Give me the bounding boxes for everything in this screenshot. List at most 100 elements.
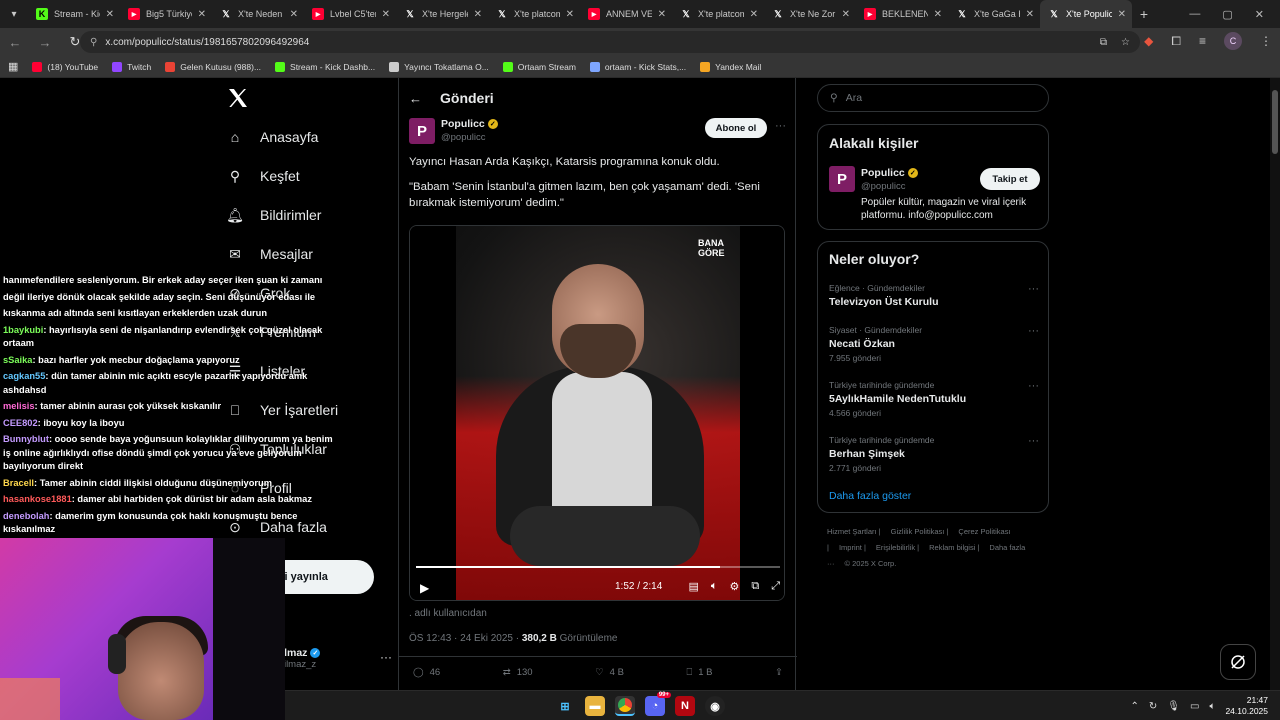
tab-close-icon[interactable]: ✕ bbox=[382, 9, 390, 20]
chat-username[interactable]: CEE802 bbox=[3, 418, 38, 428]
trend-item[interactable]: Türkiye tarihinde gündemde 5AylıkHamile N… bbox=[829, 380, 1039, 418]
repost-button[interactable]: ⇄ 130 bbox=[503, 664, 533, 680]
microphone-icon[interactable]: 🎙︎ bbox=[1167, 701, 1180, 712]
nav-item-bildirimler[interactable]: 🔔︎ Bildirimler bbox=[224, 204, 321, 226]
file-explorer-icon[interactable]: ▬ bbox=[585, 696, 605, 716]
nav-item-mesajlar[interactable]: ✉ Mesajlar bbox=[224, 243, 313, 265]
sync-icon[interactable]: ↻ bbox=[1149, 701, 1157, 712]
nav-item-anasayfa[interactable]: ⌂ Anasayfa bbox=[224, 126, 319, 148]
trend-item[interactable]: Türkiye tarihinde gündemde Berhan Şimşek 2… bbox=[829, 435, 1039, 473]
settings-gear-icon[interactable]: ⚙ bbox=[729, 580, 739, 593]
trend-item[interactable]: Eğlence · Gündemdekiler Televizyon Üst Ku… bbox=[829, 283, 1039, 308]
browser-tab[interactable]: ▶ Big5 Türkiye ✕ bbox=[120, 0, 212, 28]
share-button[interactable]: ⇪ bbox=[775, 664, 783, 680]
more-icon[interactable]: ··· bbox=[775, 120, 786, 132]
subscribe-button[interactable]: Abone ol bbox=[705, 118, 767, 138]
chat-username[interactable]: hasankose1881 bbox=[3, 494, 72, 504]
bookmark-item[interactable]: Gelen Kutusu (988)... bbox=[165, 61, 261, 72]
tab-close-icon[interactable]: ✕ bbox=[198, 9, 206, 20]
footer-link[interactable]: Gizlilik Politikası | bbox=[891, 527, 949, 536]
post-timestamp[interactable]: ÖS 12:43 · 24 Eki 2025 · bbox=[409, 633, 522, 644]
search-input[interactable]: ⚲ Ara bbox=[817, 84, 1049, 112]
netflix-icon[interactable]: N bbox=[675, 696, 695, 716]
chrome-icon[interactable] bbox=[615, 696, 635, 716]
scrollbar-thumb[interactable] bbox=[1272, 90, 1278, 154]
bookmark-item[interactable]: (18) YouTube bbox=[32, 61, 98, 72]
back-arrow-icon[interactable]: ← bbox=[8, 35, 22, 50]
tab-close-icon[interactable]: ✕ bbox=[750, 9, 758, 20]
author-handle[interactable]: @populicc bbox=[441, 132, 486, 143]
more-icon[interactable]: ··· bbox=[1028, 283, 1039, 295]
tab-close-icon[interactable]: ✕ bbox=[106, 9, 114, 20]
windows-start-icon[interactable]: ⊞ bbox=[555, 696, 575, 716]
close-window-icon[interactable]: ✕ bbox=[1255, 8, 1264, 21]
related-name[interactable]: Populicc bbox=[861, 167, 905, 179]
x-logo-icon[interactable] bbox=[226, 86, 252, 112]
chat-username[interactable]: Bracell bbox=[3, 478, 34, 488]
chat-username[interactable]: melisis bbox=[3, 401, 35, 411]
more-icon[interactable]: ··· bbox=[380, 650, 392, 664]
related-avatar[interactable]: P bbox=[829, 166, 855, 192]
browser-tab[interactable]: 𝕏 X'te Neden ✕ bbox=[212, 0, 304, 28]
bookmark-item[interactable]: Stream - Kick Dashb... bbox=[275, 61, 375, 72]
browser-tab[interactable]: 𝕏 X'te Ne Zor ✕ bbox=[764, 0, 856, 28]
author-name[interactable]: Populicc bbox=[441, 118, 485, 130]
captions-icon[interactable]: ▤ bbox=[688, 580, 698, 593]
browser-tab[interactable]: ▶ Lvbel C5'ten ✕ bbox=[304, 0, 396, 28]
grok-button[interactable] bbox=[1220, 644, 1256, 680]
tray-chevron-icon[interactable]: ⌃ bbox=[1131, 701, 1139, 712]
more-icon[interactable]: ··· bbox=[1028, 435, 1039, 447]
like-button[interactable]: ♡ 4 B bbox=[595, 664, 624, 680]
site-info-icon[interactable]: ⚲ bbox=[90, 37, 97, 48]
volume-icon[interactable]: 🔈︎ bbox=[711, 580, 718, 593]
forward-arrow-icon[interactable]: → bbox=[38, 35, 52, 50]
footer-link[interactable]: Erişilebilirlik | bbox=[876, 543, 919, 552]
bookmark-button[interactable]: ⎕ 1 B bbox=[686, 664, 712, 680]
extensions-puzzle-icon[interactable]: ⧠ bbox=[1171, 34, 1181, 49]
video-player[interactable]: BANA GÖRE ▶ 1:52 / 2:14 ▤ 🔈︎ ⚙ ⧉ ⤢ bbox=[409, 225, 785, 601]
browser-tab[interactable]: K Stream - Kick ✕ bbox=[28, 0, 120, 28]
back-arrow-icon[interactable]: ← bbox=[409, 91, 422, 106]
chat-username[interactable]: denebolah bbox=[3, 511, 50, 521]
bookmark-item[interactable]: ortaam - Kick Stats,... bbox=[589, 61, 686, 72]
chat-username[interactable]: sSaika bbox=[3, 355, 32, 365]
follow-button[interactable]: Takip et bbox=[980, 168, 1040, 190]
tab-close-icon[interactable]: ✕ bbox=[566, 9, 574, 20]
discord-icon[interactable]: ◔ 99+ bbox=[645, 692, 671, 716]
tab-close-icon[interactable]: ✕ bbox=[1026, 9, 1034, 20]
system-clock[interactable]: 21:47 24.10.2025 bbox=[1225, 695, 1268, 717]
browser-tab[interactable]: 𝕏 X'te Hergele ✕ bbox=[396, 0, 488, 28]
browser-tab[interactable]: ▶ BEKLENEN ✕ bbox=[856, 0, 948, 28]
tab-close-icon[interactable]: ✕ bbox=[934, 9, 942, 20]
video-progress-bar[interactable] bbox=[416, 566, 780, 568]
tab-close-icon[interactable]: ✕ bbox=[474, 9, 482, 20]
new-tab-button[interactable]: + bbox=[1132, 6, 1156, 22]
browser-tab[interactable]: 𝕏 X'te platcom ✕ bbox=[672, 0, 764, 28]
bookmark-item[interactable]: Ortaam Stream bbox=[502, 61, 576, 72]
nav-item-keşfet[interactable]: ⚲ Keşfet bbox=[224, 165, 300, 187]
fullscreen-icon[interactable]: ⤢ bbox=[771, 580, 780, 593]
bookmark-star-icon[interactable]: ☆ bbox=[1121, 37, 1130, 48]
media-control-icon[interactable]: ≡ bbox=[1199, 34, 1206, 48]
footer-link[interactable]: Reklam bilgisi | bbox=[929, 543, 979, 552]
author-avatar[interactable]: P bbox=[409, 118, 435, 144]
tab-close-icon[interactable]: ✕ bbox=[1118, 9, 1126, 20]
browser-tab[interactable]: 𝕏 X'te GaGa H ✕ bbox=[948, 0, 1040, 28]
video-source[interactable]: . adlı kullanıcıdan bbox=[409, 608, 487, 619]
profile-avatar[interactable]: C bbox=[1224, 32, 1242, 50]
related-handle[interactable]: @populicc bbox=[861, 181, 906, 192]
more-icon[interactable]: ··· bbox=[1028, 325, 1039, 337]
obs-icon[interactable]: ◉ bbox=[705, 696, 725, 716]
pip-icon[interactable]: ⧉ bbox=[751, 580, 759, 593]
bookmark-item[interactable]: Yandex Mail bbox=[700, 61, 761, 72]
bookmark-item[interactable]: Yayıncı Tokatlama O... bbox=[389, 61, 489, 72]
footer-link[interactable]: Hizmet Şartları | bbox=[827, 527, 881, 536]
browser-tab[interactable]: ▶ ANNEM VE ✕ bbox=[580, 0, 672, 28]
page-scrollbar[interactable] bbox=[1270, 78, 1280, 690]
trend-item[interactable]: Siyaset · Gündemdekiler Necati Özkan 7.955… bbox=[829, 325, 1039, 363]
tab-close-icon[interactable]: ✕ bbox=[842, 9, 850, 20]
minimize-icon[interactable]: — bbox=[1189, 8, 1200, 20]
browser-tab[interactable]: 𝕏 X'te platcom ✕ bbox=[488, 0, 580, 28]
speaker-icon[interactable]: 🔈︎ bbox=[1209, 701, 1215, 712]
tab-close-icon[interactable]: ✕ bbox=[290, 9, 298, 20]
